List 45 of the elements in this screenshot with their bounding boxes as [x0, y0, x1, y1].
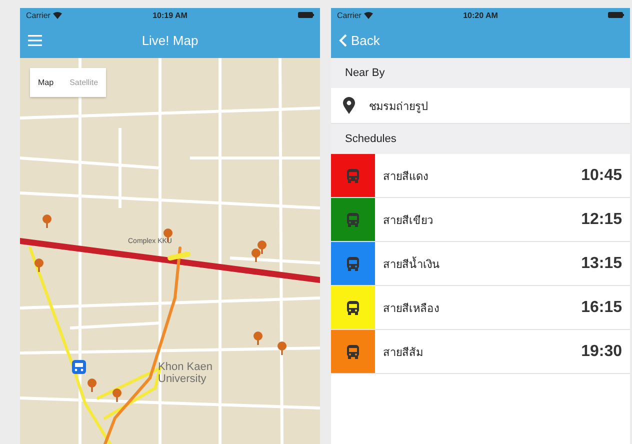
status-time: 10:19 AM: [152, 10, 188, 20]
route-name: สายสีแดง: [382, 170, 429, 184]
departure-time: 10:45: [581, 166, 623, 184]
schedule-row[interactable]: สายสีแดง 10:45: [331, 154, 630, 198]
menu-icon[interactable]: [28, 34, 42, 46]
nav-title: Live! Map: [140, 32, 200, 48]
map-pin-icon: [257, 240, 267, 254]
map-pin-icon: [87, 378, 97, 392]
location-pin-icon: [343, 97, 355, 114]
carrier-label: Carrier: [337, 10, 362, 20]
route-name: สายสีน้ำเงิน: [382, 256, 441, 272]
bus-icon: [345, 168, 361, 184]
map-type-tab[interactable]: Map: [30, 68, 62, 97]
map-pin-icon: [112, 388, 122, 402]
map-pin-icon: [34, 258, 44, 272]
wifi-icon: [53, 12, 62, 18]
battery-icon: [298, 12, 314, 18]
section-header: Schedules: [331, 124, 630, 154]
bus-icon: [345, 212, 361, 228]
carrier-label: Carrier: [26, 10, 50, 20]
route-name: สายสีเขียว: [382, 214, 434, 228]
departure-time: 12:15: [581, 210, 623, 228]
schedule-row[interactable]: สายสีส้ม 19:30: [331, 330, 630, 374]
map-pin-icon: [253, 331, 263, 345]
schedule-row[interactable]: สายสีเหลือง 16:15: [331, 286, 630, 330]
map-pin-icon: [251, 248, 261, 262]
map-pin-icon: [42, 214, 52, 228]
battery-icon: [608, 12, 624, 18]
schedule-row[interactable]: สายสีเขียว 12:15: [331, 198, 630, 242]
route-name: สายสีส้ม: [382, 346, 424, 360]
departure-time: 16:15: [581, 298, 623, 316]
bus-icon: [72, 360, 86, 374]
bus-icon: [345, 256, 361, 272]
departure-time: 13:15: [581, 254, 623, 272]
section-header: Near By: [331, 58, 630, 88]
wifi-icon: [364, 12, 374, 18]
bus-icon: [345, 300, 361, 316]
route-name: สายสีเหลือง: [382, 302, 440, 316]
bus-icon: [345, 344, 361, 360]
departure-time: 19:30: [581, 342, 623, 360]
chevron-left-icon: [339, 34, 347, 46]
map-pin-icon: [277, 341, 287, 355]
map-label: Khon Kaen University: [158, 361, 214, 386]
status-time: 10:20 AM: [463, 10, 498, 20]
schedule-row[interactable]: สายสีน้ำเงิน 13:15: [331, 242, 630, 286]
